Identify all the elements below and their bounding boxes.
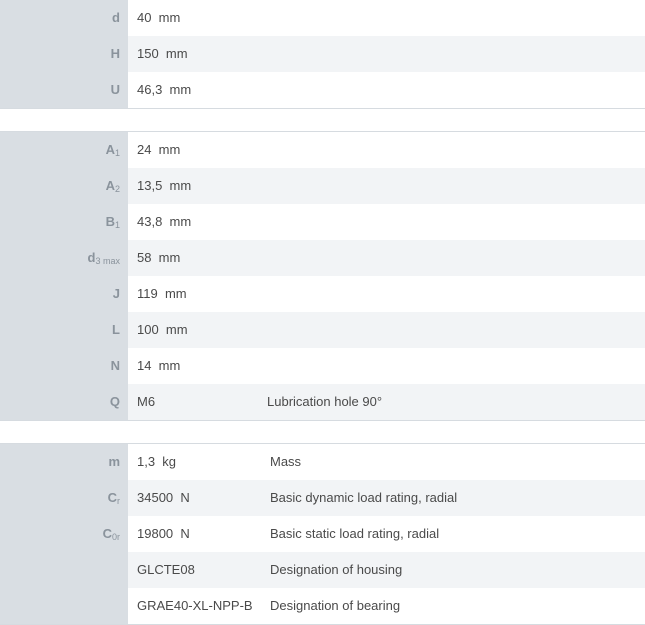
spec-value-cell: 13,5 mm xyxy=(128,168,645,204)
spec-symbol: U xyxy=(0,72,128,108)
spec-value: GLCTE08 xyxy=(137,562,195,577)
spec-row: C0r 19800 N Basic static load rating, radi… xyxy=(0,516,645,552)
properties-section: m 1,3 kg Mass Cr 34500 N Basic dynamic load r… xyxy=(0,443,645,625)
spec-symbol-text: m xyxy=(108,454,120,469)
spec-symbol-text: A xyxy=(105,178,115,193)
spec-value-cell: 58 mm xyxy=(128,240,645,276)
spec-symbol xyxy=(0,552,128,588)
spec-value-cell: 119 mm xyxy=(128,276,645,312)
spec-value: 19800 N xyxy=(137,526,190,541)
dimensions-section: d 40 mm H 150 mm U 46,3 mm xyxy=(0,0,645,109)
spec-row: Q M6 Lubrication hole 90° xyxy=(0,384,645,420)
spec-symbol-subscript: 1 xyxy=(114,148,120,158)
spec-symbol: Q xyxy=(0,384,128,420)
spec-symbol xyxy=(0,588,128,624)
spec-symbol-text: B xyxy=(105,214,115,229)
spec-value-cell: 34500 N Basic dynamic load rating, radial xyxy=(128,480,645,516)
spec-symbol: Cr xyxy=(0,480,128,516)
spec-row: B1 43,8 mm xyxy=(0,204,645,240)
spec-value-cell: 1,3 kg Mass xyxy=(128,444,645,480)
spec-symbol-text: J xyxy=(112,286,120,301)
spec-value-cell: GRAE40-XL-NPP-B Designation of bearing xyxy=(128,588,645,624)
spec-description: Mass xyxy=(270,454,302,469)
spec-value-cell: 19800 N Basic static load rating, radial xyxy=(128,516,645,552)
spec-description: Designation of bearing xyxy=(270,598,401,613)
spec-value: 1,3 kg xyxy=(137,454,177,469)
spec-value-cell: M6 Lubrication hole 90° xyxy=(128,384,645,420)
spec-symbol-text: Q xyxy=(109,394,120,409)
spec-value: 58 mm xyxy=(137,250,181,265)
spec-symbol-subscript: r xyxy=(117,496,120,506)
spec-value-cell: 150 mm xyxy=(128,36,645,72)
spec-value-cell: 40 mm xyxy=(128,0,645,36)
spec-symbol-text: H xyxy=(110,46,120,61)
spec-value: 34500 N xyxy=(137,490,190,505)
spec-symbol-subscript: 1 xyxy=(114,220,120,230)
mounting-dimensions-section: A1 24 mm A2 13,5 mm B1 43,8 mm d3 max 58 mm J 119… xyxy=(0,131,645,421)
spec-value: 150 mm xyxy=(137,46,188,61)
spec-symbol-text: d xyxy=(112,10,120,25)
spec-row: m 1,3 kg Mass xyxy=(0,444,645,480)
spec-symbol: d xyxy=(0,0,128,36)
spec-value-cell: 24 mm xyxy=(128,132,645,168)
spec-description: Basic static load rating, radial xyxy=(270,526,440,541)
specification-table: d 40 mm H 150 mm U 46,3 mm A1 24 mm A2 13,5 mm B1… xyxy=(0,0,645,625)
spec-row: d3 max 58 mm xyxy=(0,240,645,276)
spec-symbol: H xyxy=(0,36,128,72)
spec-symbol: B1 xyxy=(0,204,128,240)
spec-row: H 150 mm xyxy=(0,36,645,72)
spec-description: Lubrication hole 90° xyxy=(267,394,383,409)
spec-value: 24 mm xyxy=(137,142,181,157)
spec-symbol-subscript: 2 xyxy=(114,184,120,194)
spec-value-cell: 100 mm xyxy=(128,312,645,348)
spec-row: GLCTE08 Designation of housing xyxy=(0,552,645,588)
spec-symbol-text: N xyxy=(110,358,120,373)
spec-value: 14 mm xyxy=(137,358,181,373)
spec-symbol: m xyxy=(0,444,128,480)
spec-value: 43,8 mm xyxy=(137,214,192,229)
spec-description: Basic dynamic load rating, radial xyxy=(270,490,458,505)
spec-value-cell: GLCTE08 Designation of housing xyxy=(128,552,645,588)
spec-value: GRAE40-XL-NPP-B xyxy=(137,598,253,613)
spec-row: GRAE40-XL-NPP-B Designation of bearing xyxy=(0,588,645,624)
spec-row: J 119 mm xyxy=(0,276,645,312)
spec-value-cell: 43,8 mm xyxy=(128,204,645,240)
spec-row: A2 13,5 mm xyxy=(0,168,645,204)
spec-symbol: C0r xyxy=(0,516,128,552)
spec-description: Designation of housing xyxy=(270,562,403,577)
spec-row: A1 24 mm xyxy=(0,132,645,168)
spec-symbol-text: U xyxy=(110,82,120,97)
spec-row: N 14 mm xyxy=(0,348,645,384)
spec-value-cell: 14 mm xyxy=(128,348,645,384)
spec-row: Cr 34500 N Basic dynamic load rating, radi… xyxy=(0,480,645,516)
spec-value: 13,5 mm xyxy=(137,178,192,193)
spec-symbol-text: C xyxy=(102,526,112,541)
spec-symbol-text: A xyxy=(105,142,115,157)
spec-symbol: J xyxy=(0,276,128,312)
spec-value: 46,3 mm xyxy=(137,82,192,97)
spec-symbol-subscript: 3 max xyxy=(95,256,120,266)
spec-symbol: A1 xyxy=(0,132,128,168)
spec-value-cell: 46,3 mm xyxy=(128,72,645,108)
spec-symbol: N xyxy=(0,348,128,384)
spec-symbol: L xyxy=(0,312,128,348)
spec-symbol-subscript: 0r xyxy=(111,532,120,542)
spec-symbol-text: C xyxy=(107,490,117,505)
spec-value: 100 mm xyxy=(137,322,188,337)
spec-row: d 40 mm xyxy=(0,0,645,36)
spec-value: 40 mm xyxy=(137,10,181,25)
spec-symbol: A2 xyxy=(0,168,128,204)
spec-symbol: d3 max xyxy=(0,240,128,276)
spec-symbol-text: L xyxy=(112,322,120,337)
spec-value: M6 xyxy=(137,394,156,409)
spec-row: L 100 mm xyxy=(0,312,645,348)
spec-value: 119 mm xyxy=(137,286,187,301)
spec-row: U 46,3 mm xyxy=(0,72,645,108)
